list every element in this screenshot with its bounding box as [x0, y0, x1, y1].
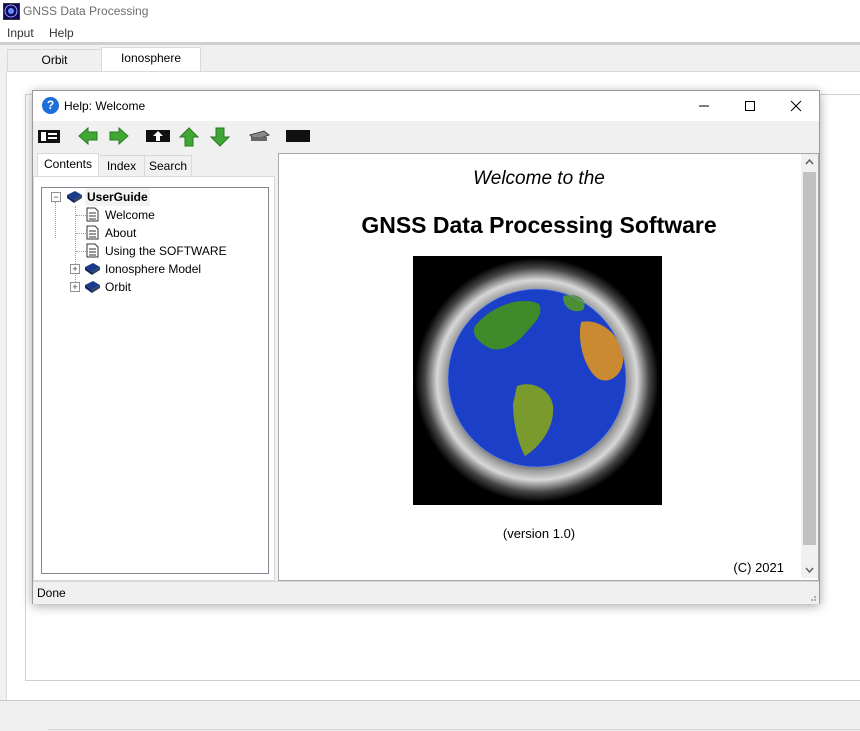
app-titlebar: GNSS Data Processing: [0, 0, 860, 24]
page-icon: [86, 225, 99, 240]
tree-item-orbit[interactable]: + Orbit: [42, 278, 262, 296]
help-window-titlebar: ? Help: Welcome: [33, 91, 819, 121]
page-icon: [86, 243, 99, 258]
maximize-button[interactable]: [727, 91, 773, 121]
main-tabstrip: Orbit Ionosphere: [0, 45, 860, 72]
contents-panel: − UserGuide Welcome About Using the SOFT…: [33, 176, 275, 581]
options-icon[interactable]: [285, 127, 311, 147]
help-window: ? Help: Welcome Contents Index Search − …: [32, 90, 820, 604]
version-text: (version 1.0): [502, 526, 576, 541]
app-title: GNSS Data Processing: [23, 4, 149, 18]
menu-help[interactable]: Help: [49, 26, 74, 40]
next-topic-icon[interactable]: [210, 127, 236, 147]
tree-item-userguide[interactable]: − UserGuide: [42, 188, 262, 206]
minimize-button[interactable]: [681, 91, 727, 121]
status-bar: Done: [33, 581, 819, 604]
forward-arrow-icon[interactable]: [108, 127, 134, 147]
expand-icon[interactable]: +: [70, 264, 80, 274]
status-text: Done: [37, 586, 66, 600]
resize-grip-icon[interactable]: [807, 592, 817, 602]
page-icon: [86, 207, 99, 222]
collapse-icon[interactable]: −: [51, 192, 61, 202]
navigation-pane: Contents Index Search − UserGuide Welcom…: [33, 153, 275, 581]
tab-contents[interactable]: Contents: [37, 153, 99, 177]
help-question-icon: ?: [42, 97, 59, 114]
help-window-title: Help: Welcome: [64, 99, 146, 113]
hide-tabs-icon[interactable]: [37, 127, 63, 147]
help-toolbar: [33, 121, 819, 151]
scroll-up-icon[interactable]: [801, 154, 818, 171]
earth-image: [413, 256, 662, 505]
vertical-scrollbar[interactable]: [801, 154, 818, 578]
book-icon: [67, 191, 82, 203]
close-button[interactable]: [773, 91, 819, 121]
scrollbar-thumb[interactable]: [803, 172, 816, 545]
copyright-text: (C) 2021: [733, 560, 784, 575]
tab-search[interactable]: Search: [144, 155, 192, 176]
print-icon[interactable]: [247, 127, 273, 147]
menu-bar: Input Help: [0, 24, 860, 42]
tree-item-about[interactable]: About: [42, 224, 262, 242]
bottom-bar: [0, 700, 860, 731]
book-icon: [85, 281, 100, 293]
menu-input[interactable]: Input: [7, 26, 34, 40]
tab-index[interactable]: Index: [98, 155, 145, 176]
expand-icon[interactable]: +: [70, 282, 80, 292]
tree-item-using-software[interactable]: Using the SOFTWARE: [42, 242, 262, 260]
scroll-down-icon[interactable]: [801, 561, 818, 578]
previous-topic-icon[interactable]: [179, 127, 205, 147]
contents-tree: − UserGuide Welcome About Using the SOFT…: [41, 187, 269, 574]
tab-orbit[interactable]: Orbit: [7, 49, 102, 71]
tab-ionosphere[interactable]: Ionosphere: [101, 47, 201, 72]
welcome-heading: Welcome to the: [473, 168, 605, 189]
product-title: GNSS Data Processing Software: [361, 212, 717, 238]
topic-content-pane: Welcome to the GNSS Data Processing Soft…: [278, 153, 819, 581]
back-arrow-icon[interactable]: [77, 127, 103, 147]
satellite-app-icon: [3, 3, 20, 20]
book-icon: [85, 263, 100, 275]
tree-item-welcome[interactable]: Welcome: [42, 206, 262, 224]
tree-item-ionosphere-model[interactable]: + Ionosphere Model: [42, 260, 262, 278]
home-icon[interactable]: [145, 127, 171, 147]
